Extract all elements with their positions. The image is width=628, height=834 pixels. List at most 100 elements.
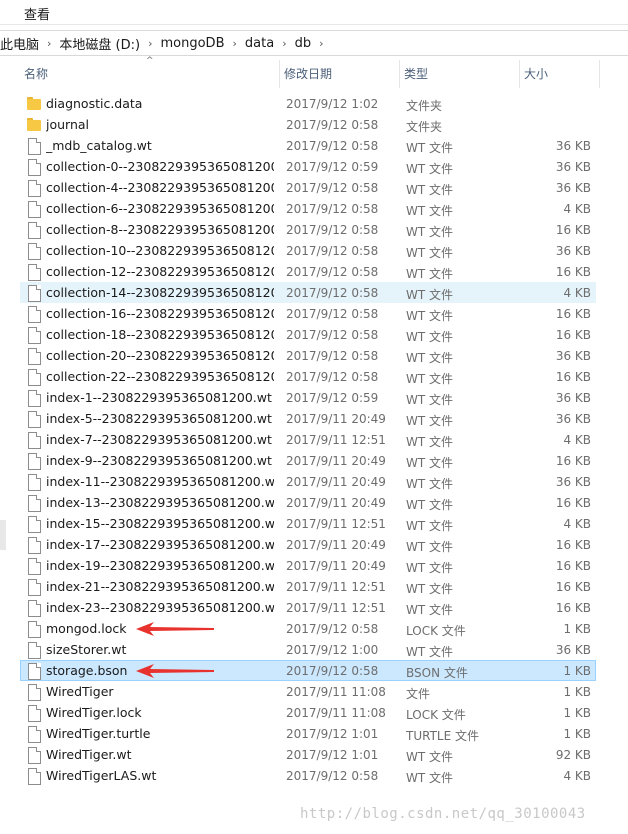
breadcrumb-separator-icon[interactable]: › (313, 37, 329, 50)
file-row[interactable]: collection-20--2308229395365081200... 201… (20, 345, 596, 366)
file-date: 2017/9/12 0:58 (286, 139, 379, 153)
file-type: WT 文件 (406, 183, 454, 197)
file-name: index-23--2308229395365081200.wt (46, 600, 274, 615)
file-date: 2017/9/11 20:49 (286, 538, 386, 552)
menu-view[interactable]: 查看 (24, 4, 50, 23)
file-type: TURTLE 文件 (406, 729, 479, 743)
file-icon (27, 705, 41, 722)
file-row[interactable]: index-17--2308229395365081200.wt 2017/9/1… (20, 534, 596, 555)
file-type: LOCK 文件 (406, 708, 466, 722)
file-row[interactable]: WiredTigerLAS.wt 2017/9/12 0:58 WT 文件 4 KB (20, 765, 596, 786)
file-row[interactable]: WiredTiger.wt 2017/9/12 1:01 WT 文件 92 KB (20, 744, 596, 765)
file-icon (27, 201, 41, 218)
file-size: 4 KB (563, 769, 591, 783)
file-icon (27, 348, 41, 365)
column-header-size[interactable]: 大小 (520, 60, 600, 88)
file-type: WT 文件 (406, 204, 454, 218)
breadcrumb-separator-icon[interactable]: › (276, 37, 292, 50)
file-row[interactable]: collection-14--2308229395365081200... 201… (20, 282, 596, 303)
file-row[interactable]: collection-18--2308229395365081200... 201… (20, 324, 596, 345)
file-row[interactable]: collection-0--2308229395365081200.wt 2017… (20, 156, 596, 177)
file-date: 2017/9/11 12:51 (286, 517, 386, 531)
file-date: 2017/9/12 0:58 (286, 307, 379, 321)
file-type: WT 文件 (406, 456, 454, 470)
file-date: 2017/9/12 1:01 (286, 727, 379, 741)
file-size: 16 KB (555, 223, 591, 237)
column-header-date-label: 修改日期 (284, 67, 333, 81)
file-row[interactable]: index-23--2308229395365081200.wt 2017/9/1… (20, 597, 596, 618)
file-row[interactable]: collection-6--2308229395365081200.wt 2017… (20, 198, 596, 219)
file-row[interactable]: index-13--2308229395365081200.wt 2017/9/1… (20, 492, 596, 513)
file-row[interactable]: collection-10--2308229395365081200... 201… (20, 240, 596, 261)
file-icon (27, 537, 41, 554)
breadcrumb-separator-icon[interactable]: › (142, 37, 158, 50)
file-name: index-1--2308229395365081200.wt (46, 390, 272, 405)
file-row[interactable]: index-21--2308229395365081200.wt 2017/9/1… (20, 576, 596, 597)
breadcrumb-separator-icon[interactable]: › (227, 37, 243, 50)
file-size: 36 KB (555, 160, 591, 174)
address-bar[interactable]: 此电脑 › 本地磁盘 (D:) › mongoDB › data › db › (0, 30, 628, 56)
file-row[interactable]: index-11--2308229395365081200.wt 2017/9/1… (20, 471, 596, 492)
file-row[interactable]: index-5--2308229395365081200.wt 2017/9/11… (20, 408, 596, 429)
file-name: diagnostic.data (46, 96, 143, 111)
file-row[interactable]: sizeStorer.wt 2017/9/12 1:00 WT 文件 36 KB (20, 639, 596, 660)
file-date: 2017/9/12 0:59 (286, 160, 379, 174)
file-size: 16 KB (555, 559, 591, 573)
column-header-name[interactable]: 名称 (20, 60, 280, 88)
file-date: 2017/9/12 0:58 (286, 181, 379, 195)
file-size: 4 KB (563, 433, 591, 447)
file-type: WT 文件 (406, 645, 454, 659)
file-row[interactable]: index-9--2308229395365081200.wt 2017/9/11… (20, 450, 596, 471)
file-type: WT 文件 (406, 582, 454, 596)
file-row[interactable]: collection-16--2308229395365081200... 201… (20, 303, 596, 324)
file-icon (27, 306, 41, 323)
file-row[interactable]: collection-8--2308229395365081200.wt 2017… (20, 219, 596, 240)
file-row[interactable]: WiredTiger 2017/9/11 11:08 文件 1 KB (20, 681, 596, 702)
file-row[interactable]: index-19--2308229395365081200.wt 2017/9/1… (20, 555, 596, 576)
file-size: 1 KB (563, 706, 591, 720)
file-row[interactable]: index-1--2308229395365081200.wt 2017/9/12… (20, 387, 596, 408)
annotation-arrow-icon (136, 664, 214, 678)
file-row[interactable]: WiredTiger.turtle 2017/9/12 1:01 TURTLE 文件… (20, 723, 596, 744)
file-size: 36 KB (555, 139, 591, 153)
file-size: 16 KB (555, 496, 591, 510)
file-row[interactable]: storage.bson 2017/9/12 0:58 BSON 文件 1 KB (20, 660, 596, 681)
file-icon (27, 768, 41, 785)
file-name: collection-12--2308229395365081200... (46, 264, 274, 279)
file-icon (27, 369, 41, 386)
file-name: index-21--2308229395365081200.wt (46, 579, 274, 594)
file-row[interactable]: index-15--2308229395365081200.wt 2017/9/1… (20, 513, 596, 534)
file-row[interactable]: collection-22--2308229395365081200... 201… (20, 366, 596, 387)
file-row[interactable]: collection-12--2308229395365081200... 201… (20, 261, 596, 282)
file-name: index-9--2308229395365081200.wt (46, 453, 272, 468)
breadcrumb-item[interactable]: 本地磁盘 (D:) (57, 34, 142, 53)
file-icon (27, 642, 41, 659)
file-size: 1 KB (563, 685, 591, 699)
breadcrumb-item[interactable]: mongoDB (159, 36, 227, 51)
breadcrumb-item[interactable]: 此电脑 (0, 34, 41, 53)
file-name: WiredTiger (46, 684, 114, 699)
file-row[interactable]: collection-4--2308229395365081200.wt 2017… (20, 177, 596, 198)
folder-row[interactable]: journal 2017/9/12 0:58 文件夹 (20, 114, 596, 135)
file-size: 4 KB (563, 202, 591, 216)
column-header-type[interactable]: 类型 (400, 60, 520, 88)
file-type: WT 文件 (406, 519, 454, 533)
breadcrumb-item[interactable]: data (243, 36, 276, 51)
file-row[interactable]: WiredTiger.lock 2017/9/11 11:08 LOCK 文件 1 K… (20, 702, 596, 723)
column-header-size-label: 大小 (524, 67, 549, 81)
file-type: WT 文件 (406, 225, 454, 239)
file-row[interactable]: _mdb_catalog.wt 2017/9/12 0:58 WT 文件 36 KB (20, 135, 596, 156)
file-icon (27, 243, 41, 260)
file-row[interactable]: mongod.lock 2017/9/12 0:58 LOCK 文件 1 KB (20, 618, 596, 639)
file-type: BSON 文件 (406, 666, 468, 680)
breadcrumb-separator-icon[interactable]: › (41, 37, 57, 50)
file-name: collection-20--2308229395365081200... (46, 348, 274, 363)
folder-row[interactable]: diagnostic.data 2017/9/12 1:02 文件夹 (20, 93, 596, 114)
file-icon (27, 558, 41, 575)
breadcrumb-item[interactable]: db (293, 36, 314, 51)
file-row[interactable]: index-7--2308229395365081200.wt 2017/9/11… (20, 429, 596, 450)
column-header-date[interactable]: 修改日期 (280, 60, 400, 88)
file-type: 文件夹 (406, 99, 443, 113)
file-date: 2017/9/11 12:51 (286, 433, 386, 447)
file-size: 36 KB (555, 391, 591, 405)
